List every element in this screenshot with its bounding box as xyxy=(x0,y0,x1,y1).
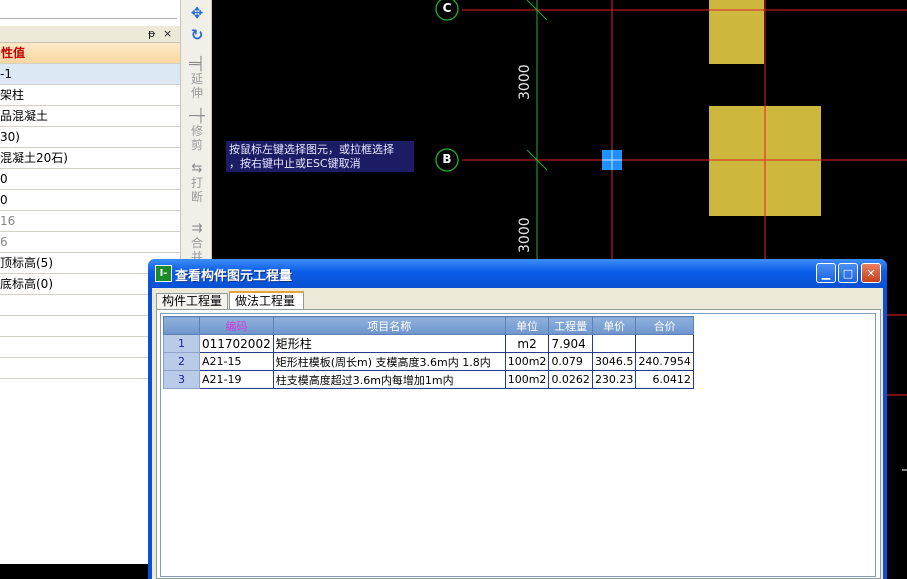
axis-label-b: B xyxy=(442,152,452,166)
table-row[interactable]: 2 A21-15 矩形柱模板(周长m) 支模高度3.6m内 1.8内 100m2 0.0… xyxy=(163,352,694,371)
table-cell[interactable]: 7.904 xyxy=(548,334,593,353)
table-cell[interactable]: 100m2 xyxy=(504,352,550,371)
trim-tool-button[interactable]: ─┼ 修剪 xyxy=(181,109,213,153)
minimize-button[interactable]: ▁ xyxy=(816,263,836,283)
table-cell[interactable] xyxy=(591,334,637,353)
property-row[interactable]: 6 xyxy=(0,232,180,253)
property-row[interactable]: 混凝土20石) xyxy=(0,148,180,169)
dialog-title: 查看构件图元工程量 xyxy=(175,269,293,284)
property-row[interactable]: 0 xyxy=(0,169,180,190)
table-cell[interactable]: 6.0412 xyxy=(635,370,694,389)
table-cell[interactable] xyxy=(635,334,694,353)
table-cell[interactable]: A21-19 xyxy=(199,370,274,389)
column-header[interactable]: 编码 xyxy=(199,316,274,335)
tab-method-quantity[interactable]: 做法工程量 xyxy=(229,291,304,309)
dialog-body: 构件工程量 做法工程量 编码 项目名称 单位 工程量 单价 合价 1 011702002 矩形… xyxy=(152,288,883,579)
axis-label-c: C xyxy=(442,1,452,15)
close-button[interactable]: ✕ xyxy=(861,263,881,283)
trim-label: 修剪 xyxy=(190,124,203,152)
dimension-text-lower: 3000 xyxy=(517,217,533,253)
tab-component-quantity[interactable]: 构件工程量 xyxy=(156,293,228,309)
merge-tool-button[interactable]: ⇉ 合并 xyxy=(181,221,213,265)
property-row[interactable]: -1 xyxy=(0,64,180,85)
move-tool-button[interactable]: ✥ xyxy=(181,4,213,22)
dialog-title-bar[interactable]: I- 查看构件图元工程量 ▁ □ ✕ xyxy=(148,259,887,288)
selection-hint-tooltip: 按鼠标左键选择图元，或拉框选择 ，按右键中止或ESC键取消 xyxy=(226,141,414,172)
table-cell[interactable]: 011702002 xyxy=(199,334,274,353)
column-header[interactable]: 合价 xyxy=(635,316,694,335)
quantity-grid: 编码 项目名称 单位 工程量 单价 合价 1 011702002 矩形柱 m2 7.904 2 A21… xyxy=(160,313,876,577)
break-icon: ⇆ xyxy=(191,161,203,176)
column-header[interactable]: 单价 xyxy=(591,316,637,335)
extend-label: 延伸 xyxy=(190,72,203,100)
column-header[interactable]: 项目名称 xyxy=(272,316,506,335)
table-cell[interactable]: 矩形柱模板(周长m) 支模高度3.6m内 1.8内 xyxy=(272,352,506,371)
property-row[interactable]: 30) xyxy=(0,127,180,148)
hint-line-2: ，按右键中止或ESC键取消 xyxy=(229,157,361,170)
table-row[interactable]: 1 011702002 矩形柱 m2 7.904 xyxy=(163,334,694,353)
property-value-header: 性值 xyxy=(0,43,180,64)
property-row[interactable]: 架柱 xyxy=(0,85,180,106)
column-header[interactable]: 工程量 xyxy=(548,316,593,335)
panel-top-field[interactable] xyxy=(0,0,177,19)
tab-panel: 编码 项目名称 单位 工程量 单价 合价 1 011702002 矩形柱 m2 7.904 2 A21… xyxy=(156,309,881,579)
rotate-tool-button[interactable]: ↻ xyxy=(181,26,213,44)
pin-icon[interactable]: ᵽ xyxy=(148,27,155,41)
merge-icon: ⇉ xyxy=(191,221,203,236)
extend-icon: ═╡ xyxy=(189,57,205,72)
row-number-cell[interactable]: 1 xyxy=(163,334,200,353)
break-tool-button[interactable]: ⇆ 打断 xyxy=(181,161,213,205)
move-icon: ✥ xyxy=(190,4,204,22)
dimension-text-upper: 3000 xyxy=(517,64,533,100)
column-header[interactable] xyxy=(163,316,200,335)
extend-tool-button[interactable]: ═╡ 延伸 xyxy=(181,57,213,101)
trim-icon: ─┼ xyxy=(189,109,205,124)
column-header[interactable]: 单位 xyxy=(504,316,550,335)
close-icon[interactable]: × xyxy=(163,27,172,41)
table-row[interactable]: 3 A21-19 柱支模高度超过3.6m内每增加1m内 100m2 0.0262 230.… xyxy=(163,370,694,389)
quantity-dialog: I- 查看构件图元工程量 ▁ □ ✕ 构件工程量 做法工程量 编码 项目名称 单位工… xyxy=(148,259,887,579)
property-row[interactable]: 16 xyxy=(0,211,180,232)
break-label: 打断 xyxy=(190,176,203,204)
property-row[interactable]: 品混凝土 xyxy=(0,106,180,127)
table-cell[interactable]: 柱支模高度超过3.6m内每增加1m内 xyxy=(272,370,506,389)
table-cell[interactable]: 3046.5 xyxy=(591,352,637,371)
table-cell[interactable]: 0.0262 xyxy=(548,370,593,389)
quantity-table: 编码 项目名称 单位 工程量 单价 合价 1 011702002 矩形柱 m2 7.904 2 A21… xyxy=(163,316,694,389)
panel-title-bar: ᵽ × xyxy=(0,26,180,43)
rotate-icon: ↻ xyxy=(190,26,204,44)
row-number-cell[interactable]: 2 xyxy=(163,352,200,371)
table-header-row: 编码 项目名称 单位 工程量 单价 合价 xyxy=(163,316,694,335)
table-cell[interactable]: 矩形柱 xyxy=(272,334,506,353)
table-cell[interactable]: 240.7954 xyxy=(635,352,694,371)
table-cell[interactable]: 230.23 xyxy=(591,370,637,389)
table-cell[interactable]: A21-15 xyxy=(199,352,274,371)
row-number-cell[interactable]: 3 xyxy=(163,370,200,389)
table-cell[interactable]: m2 xyxy=(504,334,550,353)
app-icon: I- xyxy=(155,265,172,282)
property-row[interactable]: 0 xyxy=(0,190,180,211)
maximize-button[interactable]: □ xyxy=(838,263,858,283)
table-cell[interactable]: 0.079 xyxy=(548,352,593,371)
hint-line-1: 按鼠标左键选择图元，或拉框选择 xyxy=(229,143,394,156)
table-cell[interactable]: 100m2 xyxy=(504,370,550,389)
